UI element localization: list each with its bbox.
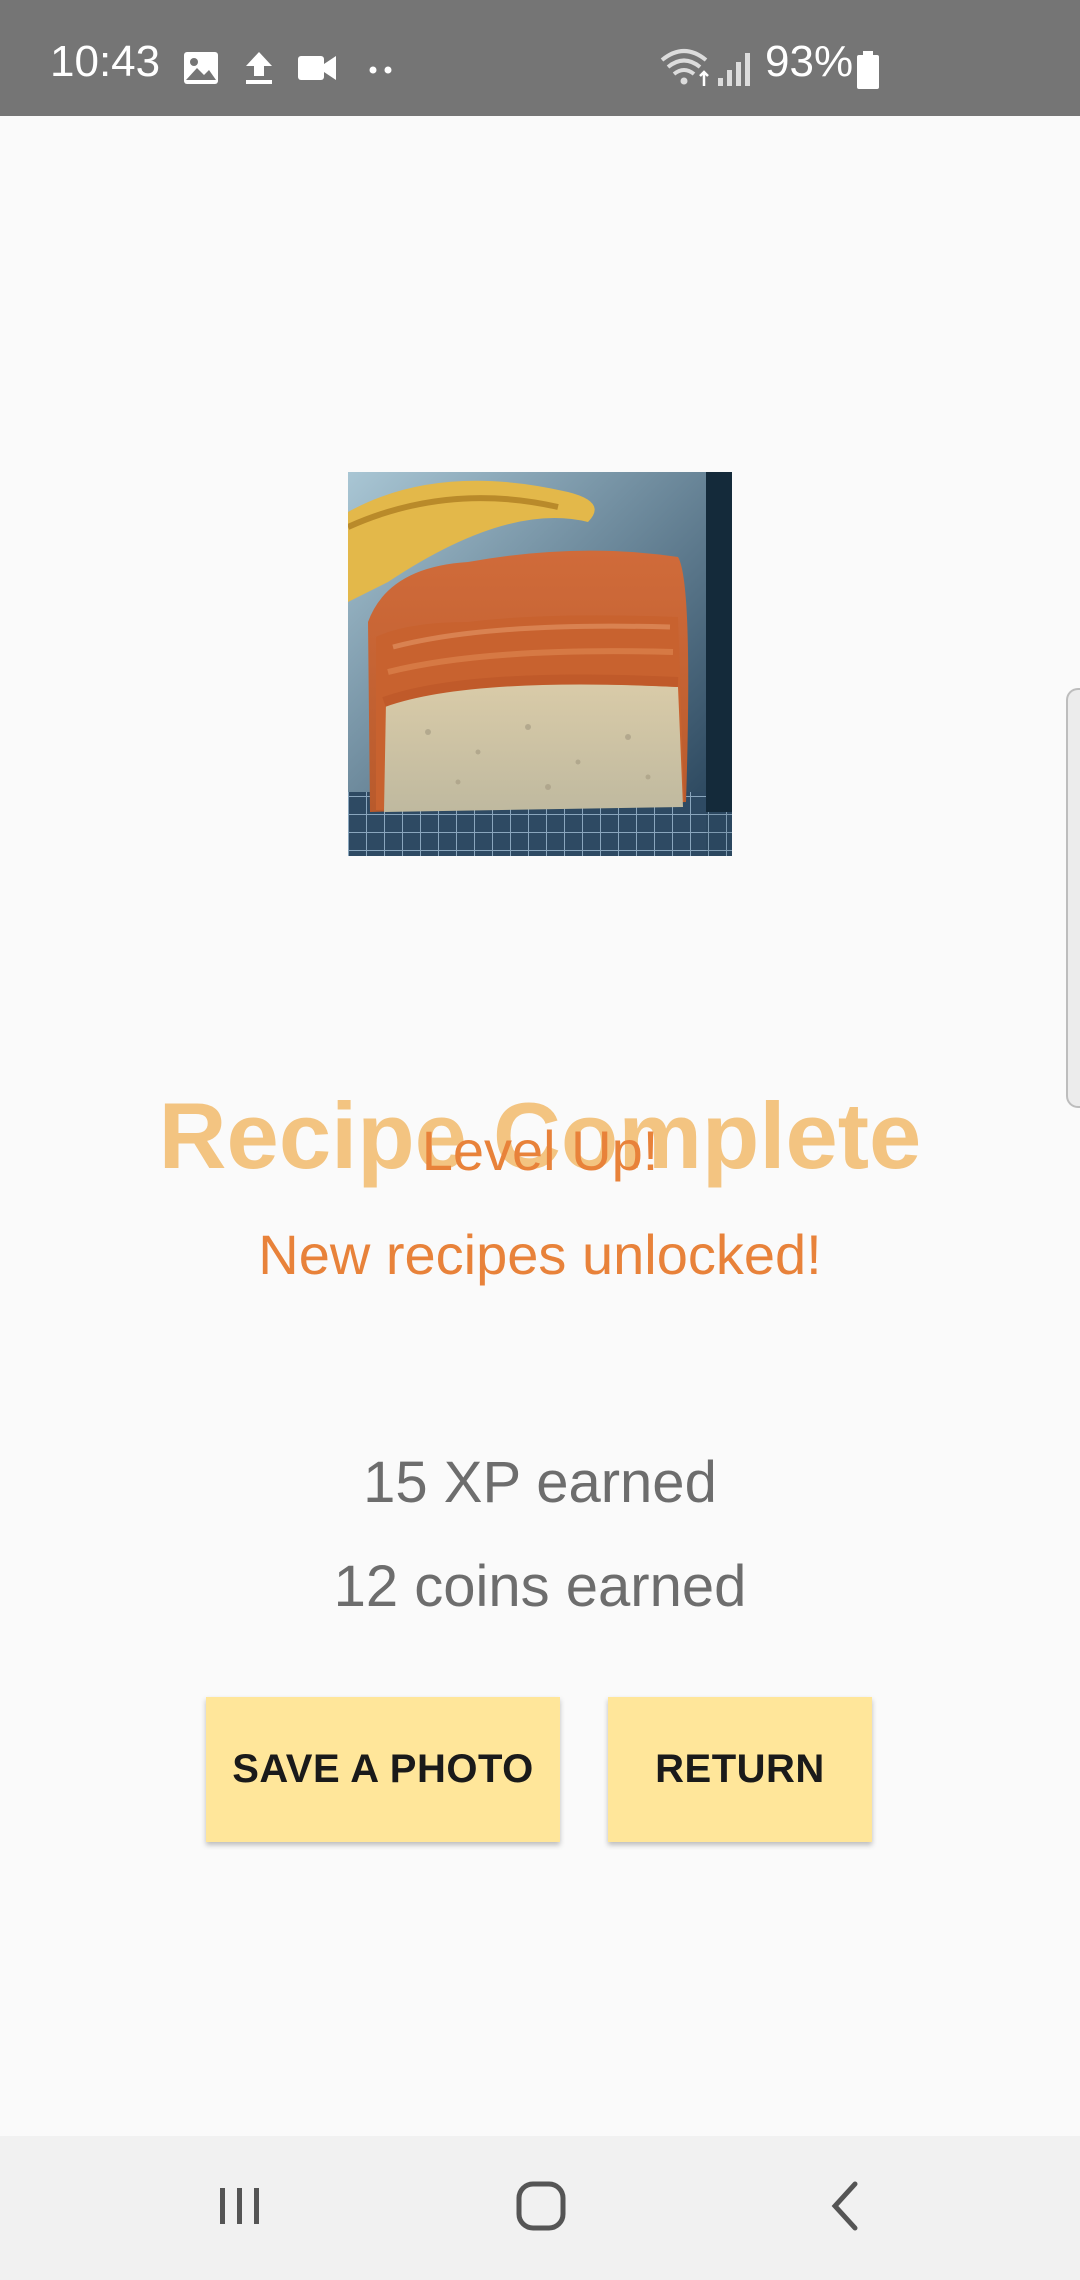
image-icon: [184, 52, 218, 84]
recipe-photo: [348, 472, 732, 856]
coins-earned-text: 12 coins earned: [333, 1554, 747, 1619]
navigation-bar: [0, 2136, 1080, 2280]
signal-icon: [718, 53, 750, 86]
level-up-text: Level Up!: [421, 1119, 659, 1182]
home-icon[interactable]: [511, 2176, 571, 2236]
video-camera-icon: [298, 56, 336, 80]
status-time: 10:43: [50, 37, 161, 86]
scroll-indicator[interactable]: [1066, 688, 1080, 1108]
banana-bread-photo: [348, 472, 732, 856]
xp-earned-text: 15 XP earned: [363, 1450, 717, 1515]
recent-apps-icon[interactable]: [210, 2176, 270, 2236]
upload-icon: [246, 52, 272, 84]
status-bar: 10:43 93%: [0, 0, 1080, 116]
battery-icon: [857, 51, 879, 89]
wifi-icon: [660, 49, 709, 86]
unlocked-text: New recipes unlocked!: [258, 1223, 822, 1286]
battery-percent: 93%: [765, 37, 854, 86]
more-dots-icon: [369, 66, 392, 74]
return-button[interactable]: RETURN: [608, 1697, 872, 1842]
save-photo-button[interactable]: SAVE A PHOTO: [206, 1697, 560, 1842]
back-icon[interactable]: [815, 2176, 875, 2236]
